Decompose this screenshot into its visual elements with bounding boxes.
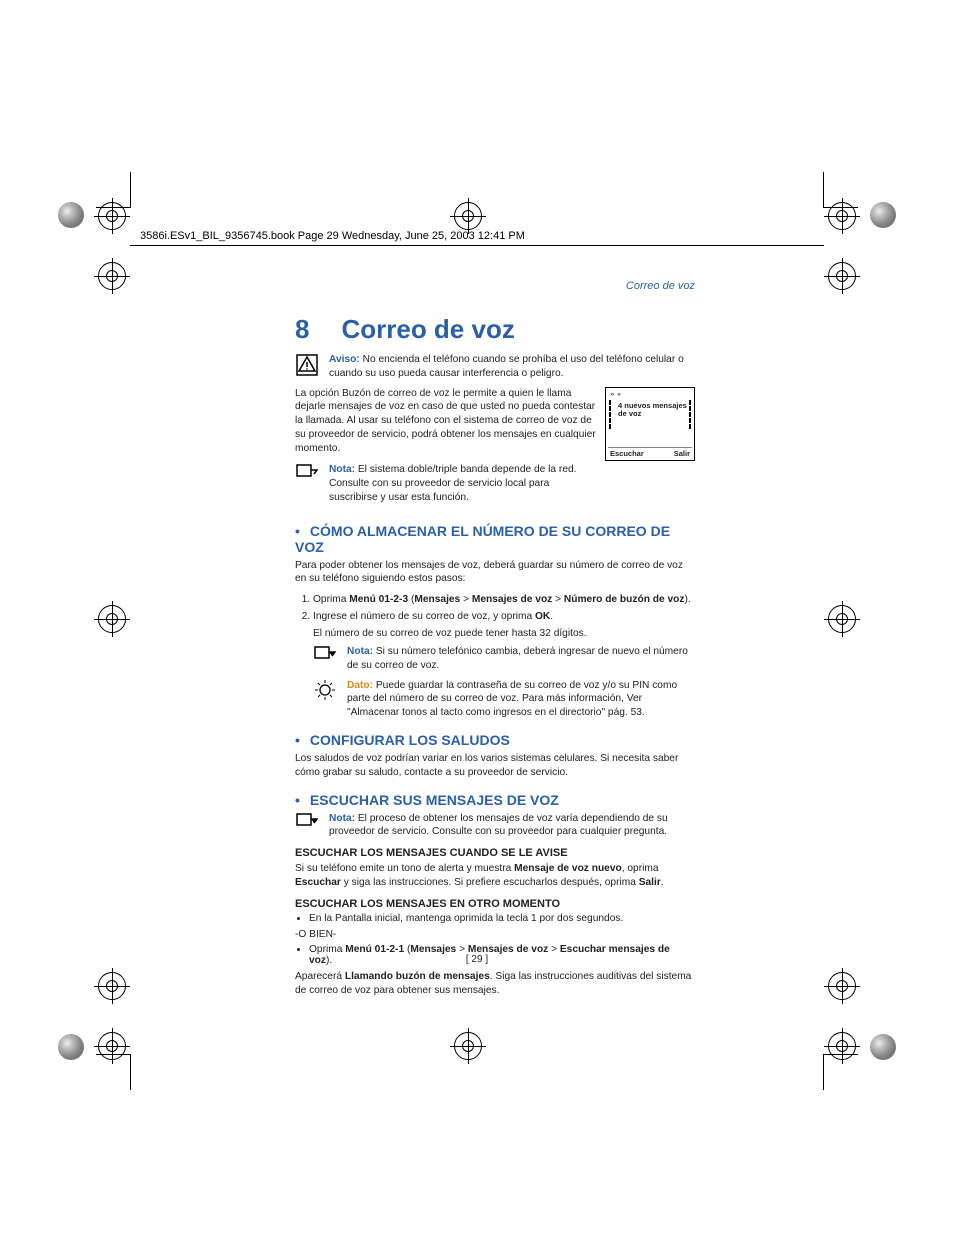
print-header-line: 3586i.ESv1_BIL_9356745.book Page 29 Wedn… bbox=[140, 230, 525, 242]
page-content: Correo de voz 8 Correo de voz Aviso: No … bbox=[295, 280, 695, 1006]
crop-mark bbox=[823, 207, 858, 208]
section2-text: Los saludos de voz podrían variar en los… bbox=[295, 752, 695, 780]
registration-mark bbox=[98, 1032, 126, 1060]
tape-icon: ⚬⚬ bbox=[609, 390, 622, 399]
chapter-title: Correo de voz bbox=[341, 314, 514, 345]
crop-mark bbox=[823, 1055, 824, 1090]
note-block-3: Nota: El proceso de obtener los mensajes… bbox=[295, 812, 695, 840]
note-label: Nota: bbox=[347, 646, 373, 657]
final-paragraph: Aparecerá Llamando buzón de mensajes. Si… bbox=[295, 970, 695, 998]
subsection-heading-other-time: ESCUCHAR LOS MENSAJES EN OTRO MOMENTO bbox=[295, 898, 695, 910]
registration-mark bbox=[828, 605, 856, 633]
page-number: [ 29 ] bbox=[0, 954, 954, 965]
crop-mark bbox=[130, 1055, 131, 1090]
subsection-heading-when-notified: ESCUCHAR LOS MENSAJES CUANDO SE LE AVISE bbox=[295, 847, 695, 859]
crop-mark bbox=[96, 1054, 131, 1055]
printer-sphere bbox=[870, 1034, 896, 1060]
warning-text: No encienda el teléfono cuando se prohíb… bbox=[329, 354, 684, 379]
print-header-rule bbox=[130, 245, 824, 246]
chapter-heading: 8 Correo de voz bbox=[295, 314, 695, 345]
or-separator: -O BIEN- bbox=[295, 928, 695, 942]
note-label: Nota: bbox=[329, 813, 355, 824]
note-label: Nota: bbox=[329, 464, 355, 475]
registration-mark bbox=[98, 605, 126, 633]
tip-text: Puede guardar la contraseña de su correo… bbox=[347, 680, 677, 719]
sub2-list: En la Pantalla inicial, mantenga oprimid… bbox=[295, 913, 695, 924]
phone-message-line2: de voz bbox=[618, 409, 641, 418]
section-heading-store-number: •CÓMO ALMACENAR EL NÚMERO DE SU CORREO D… bbox=[295, 523, 695, 555]
signal-bars-left bbox=[609, 400, 611, 438]
warning-block: Aviso: No encienda el teléfono cuando se… bbox=[295, 353, 695, 381]
phone-screen-illustration: ⚬⚬ 4 nuevos mensajes de voz Escuchar Sal… bbox=[605, 387, 695, 461]
step-2-sub: El número de su correo de voz puede tene… bbox=[313, 628, 695, 639]
note-text: Si su número telefónico cambia, deberá i… bbox=[347, 646, 688, 671]
registration-mark bbox=[828, 262, 856, 290]
section-heading-greetings: •CONFIGURAR LOS SALUDOS bbox=[295, 732, 695, 748]
sub1-text: Si su teléfono emite un tono de alerta y… bbox=[295, 862, 695, 890]
note-block: Nota: El sistema doble/triple banda depe… bbox=[295, 463, 597, 504]
sub2-item-1: En la Pantalla inicial, mantenga oprimid… bbox=[309, 913, 695, 924]
step-2: Ingrese el número de su correo de voz, y… bbox=[313, 611, 695, 622]
registration-mark bbox=[828, 1032, 856, 1060]
registration-mark bbox=[98, 262, 126, 290]
chapter-number: 8 bbox=[295, 314, 309, 345]
registration-mark bbox=[98, 972, 126, 1000]
crop-mark bbox=[96, 207, 131, 208]
printer-sphere bbox=[58, 1034, 84, 1060]
printer-sphere bbox=[58, 202, 84, 228]
tip-block: Dato: Puede guardar la contraseña de su … bbox=[313, 679, 695, 720]
note-icon bbox=[313, 645, 337, 673]
running-header: Correo de voz bbox=[295, 280, 695, 292]
note-text: El proceso de obtener los mensajes de vo… bbox=[329, 813, 668, 838]
note-text: El sistema doble/triple banda depende de… bbox=[329, 464, 576, 503]
tip-label: Dato: bbox=[347, 680, 373, 691]
registration-mark bbox=[828, 972, 856, 1000]
document-page: 3586i.ESv1_BIL_9356745.book Page 29 Wedn… bbox=[0, 0, 954, 1235]
step-1: Oprima Menú 01-2-3 (Mensajes > Mensajes … bbox=[313, 594, 695, 605]
note-icon bbox=[295, 812, 319, 829]
crop-mark bbox=[130, 172, 131, 207]
warning-icon bbox=[295, 353, 319, 376]
section1-intro: Para poder obtener los mensajes de voz, … bbox=[295, 559, 695, 587]
printer-sphere bbox=[870, 202, 896, 228]
steps-list: Oprima Menú 01-2-3 (Mensajes > Mensajes … bbox=[295, 594, 695, 622]
tip-icon bbox=[313, 679, 337, 720]
section-heading-listen: •ESCUCHAR SUS MENSAJES DE VOZ bbox=[295, 792, 695, 808]
phone-softkey-right: Salir bbox=[674, 449, 690, 458]
crop-mark bbox=[823, 1054, 858, 1055]
crop-mark bbox=[823, 172, 824, 207]
phone-softkey-left: Escuchar bbox=[610, 449, 644, 458]
note-icon bbox=[295, 463, 319, 480]
warning-label: Aviso: bbox=[329, 354, 360, 365]
registration-mark bbox=[454, 1032, 482, 1060]
note-block-2: Nota: Si su número telefónico cambia, de… bbox=[313, 645, 695, 673]
signal-bars-right bbox=[689, 400, 691, 438]
registration-mark bbox=[454, 202, 482, 230]
